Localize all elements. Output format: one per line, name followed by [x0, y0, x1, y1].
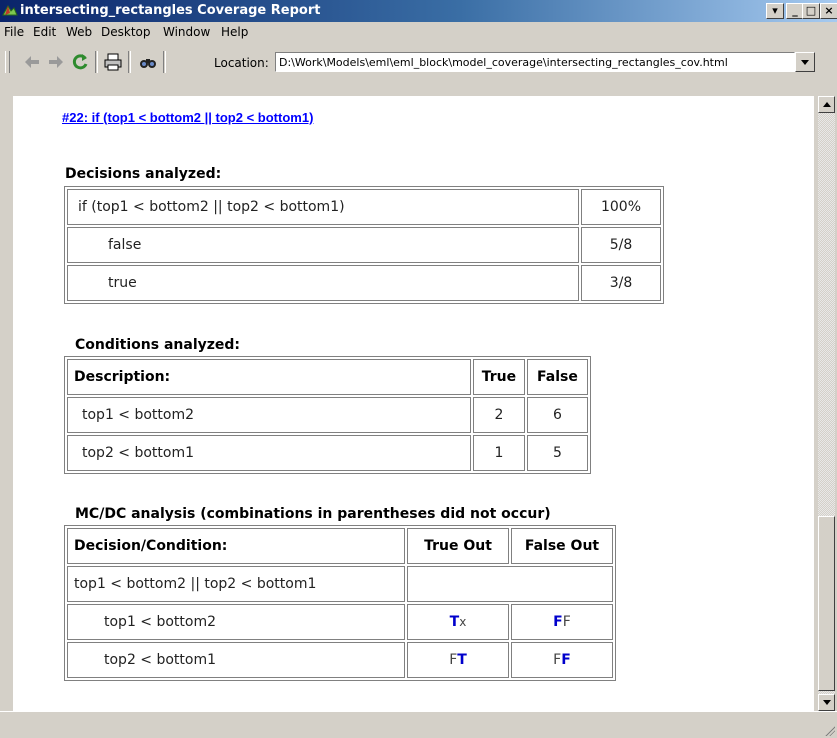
menu-file[interactable]: File — [4, 25, 24, 39]
decision-outcome-value: 5/8 — [581, 227, 661, 263]
table-row: Description: True False — [67, 359, 588, 395]
forward-icon[interactable] — [46, 52, 66, 72]
menu-edit[interactable]: Edit — [33, 25, 56, 39]
scroll-thumb[interactable] — [818, 516, 835, 691]
table-row: false 5/8 — [67, 227, 661, 263]
conditions-table: Description: True False top1 < bottom2 2… — [64, 356, 591, 474]
mcdc-decision-empty-cell — [407, 566, 613, 602]
menu-help[interactable]: Help — [221, 25, 248, 39]
condition-description: top2 < bottom1 — [67, 435, 471, 471]
table-row: true 3/8 — [67, 265, 661, 301]
report-content: #22: if (top1 < bottom2 || top2 < bottom… — [13, 96, 814, 711]
mcdc-title: MC/DC analysis (combinations in parenthe… — [75, 506, 551, 522]
close-button[interactable]: × — [820, 3, 837, 19]
browser-window: intersecting_rectangles Coverage Report … — [0, 0, 837, 738]
dock-button[interactable]: ▾ — [766, 3, 784, 19]
mcdc-false-out: FF — [511, 604, 613, 640]
print-icon[interactable] — [103, 52, 123, 72]
maximize-button[interactable]: □ — [802, 3, 820, 19]
table-row: top1 < bottom2 2 6 — [67, 397, 588, 433]
refresh-icon[interactable] — [70, 52, 90, 72]
table-row: top1 < bottom2 || top2 < bottom1 — [67, 566, 613, 602]
matlab-logo-icon — [2, 5, 18, 16]
column-header: Decision/Condition: — [67, 528, 405, 564]
column-header: False Out — [511, 528, 613, 564]
location-input[interactable]: D:\Work\Models\eml\eml_block\model_cover… — [275, 52, 795, 72]
scroll-down-button[interactable] — [818, 694, 835, 711]
decision-outcome-label: false — [67, 227, 579, 263]
mcdc-false-out: FF — [511, 642, 613, 678]
decision-value: 100% — [581, 189, 661, 225]
condition-description: top1 < bottom2 — [67, 397, 471, 433]
scroll-up-button[interactable] — [818, 96, 835, 113]
find-icon[interactable] — [138, 52, 158, 72]
mcdc-condition-label: top2 < bottom1 — [67, 642, 405, 678]
mcdc-true-out: Tx — [407, 604, 509, 640]
location-label: Location: — [214, 56, 269, 70]
column-header: True — [473, 359, 525, 395]
decision-outcome-label: true — [67, 265, 579, 301]
table-row: if (top1 < bottom2 || top2 < bottom1) 10… — [67, 189, 661, 225]
mcdc-decision-label: top1 < bottom2 || top2 < bottom1 — [67, 566, 405, 602]
title-bar[interactable]: intersecting_rectangles Coverage Report … — [0, 0, 837, 22]
decisions-table: if (top1 < bottom2 || top2 < bottom1) 10… — [64, 186, 664, 304]
vertical-scrollbar[interactable] — [818, 96, 835, 711]
condition-false-count: 5 — [526, 435, 588, 471]
mcdc-true-out: FT — [407, 642, 509, 678]
condition-false-count: 6 — [526, 397, 588, 433]
decision-outcome-value: 3/8 — [581, 265, 661, 301]
toolbar-separator — [128, 51, 131, 73]
decision-label: if (top1 < bottom2 || top2 < bottom1) — [67, 189, 579, 225]
table-row: Decision/Condition: True Out False Out — [67, 528, 613, 564]
location-dropdown-button[interactable] — [795, 52, 815, 72]
condition-true-count: 1 — [473, 435, 525, 471]
mcdc-table: Decision/Condition: True Out False Out t… — [64, 525, 616, 681]
toolbar-grip[interactable] — [5, 51, 10, 73]
column-header: False — [526, 359, 588, 395]
decision-heading-link[interactable]: #22: if (top1 < bottom2 || top2 < bottom… — [62, 110, 313, 125]
table-row: top1 < bottom2 Tx FF — [67, 604, 613, 640]
toolbar: Location: D:\Work\Models\eml\eml_block\m… — [0, 42, 837, 96]
column-header: True Out — [407, 528, 509, 564]
decisions-title: Decisions analyzed: — [65, 166, 222, 182]
menu-web[interactable]: Web — [66, 25, 92, 39]
condition-true-count: 2 — [473, 397, 525, 433]
window-title: intersecting_rectangles Coverage Report — [20, 3, 321, 18]
toolbar-separator — [95, 51, 98, 73]
table-row: top2 < bottom1 1 5 — [67, 435, 588, 471]
menu-window[interactable]: Window — [163, 25, 210, 39]
resize-grip-icon[interactable] — [823, 724, 835, 736]
menu-desktop[interactable]: Desktop — [101, 25, 151, 39]
mcdc-condition-label: top1 < bottom2 — [67, 604, 405, 640]
toolbar-separator — [163, 51, 166, 73]
menu-bar: File Edit Web Desktop Window Help — [0, 22, 837, 42]
status-bar — [0, 711, 837, 738]
conditions-title: Conditions analyzed: — [75, 337, 241, 353]
table-row: top2 < bottom1 FT FF — [67, 642, 613, 678]
column-header: Description: — [67, 359, 471, 395]
back-icon[interactable] — [22, 52, 42, 72]
